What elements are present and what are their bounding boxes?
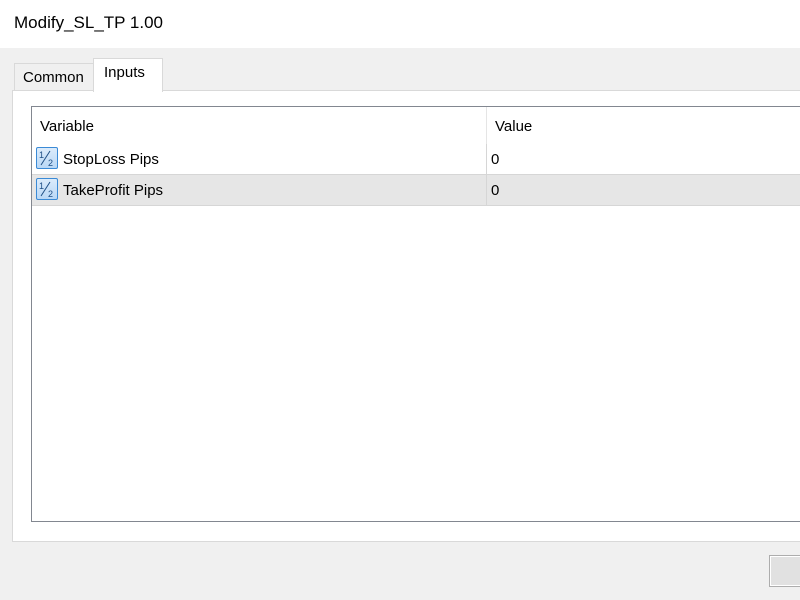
value-cell[interactable]: 0 [487, 144, 800, 174]
tab-inputs[interactable]: Inputs [93, 58, 163, 92]
svg-text:1: 1 [39, 181, 44, 191]
inputs-grid: Variable Value 1 2 StopLoss Pips 0 1 2 T… [31, 106, 800, 522]
svg-text:1: 1 [39, 150, 44, 160]
tab-strip: Common Inputs [0, 48, 800, 92]
variable-name: TakeProfit Pips [63, 182, 164, 199]
inputs-tab-panel: Variable Value 1 2 StopLoss Pips 0 1 2 T… [12, 90, 800, 542]
fraction-type-icon: 1 2 [36, 178, 58, 200]
dialog-window: Modify_SL_TP 1.00 Common Inputs Variable… [0, 0, 800, 600]
column-header-variable[interactable]: Variable [32, 107, 487, 144]
table-row[interactable]: 1 2 TakeProfit Pips 0 [32, 175, 800, 206]
ok-button[interactable] [769, 555, 800, 587]
svg-text:2: 2 [48, 189, 53, 199]
fraction-type-icon: 1 2 [36, 147, 58, 169]
table-row[interactable]: 1 2 StopLoss Pips 0 [32, 144, 800, 175]
svg-text:2: 2 [48, 158, 53, 168]
variable-cell[interactable]: 1 2 StopLoss Pips [32, 144, 487, 174]
column-header-value[interactable]: Value [487, 107, 800, 144]
title-bar[interactable]: Modify_SL_TP 1.00 [0, 0, 800, 48]
variable-cell[interactable]: 1 2 TakeProfit Pips [32, 175, 487, 205]
value-cell[interactable]: 0 [487, 175, 800, 205]
window-title: Modify_SL_TP 1.00 [14, 13, 163, 32]
variable-name: StopLoss Pips [63, 151, 159, 168]
grid-header: Variable Value [32, 107, 800, 145]
tab-common[interactable]: Common [14, 63, 94, 91]
